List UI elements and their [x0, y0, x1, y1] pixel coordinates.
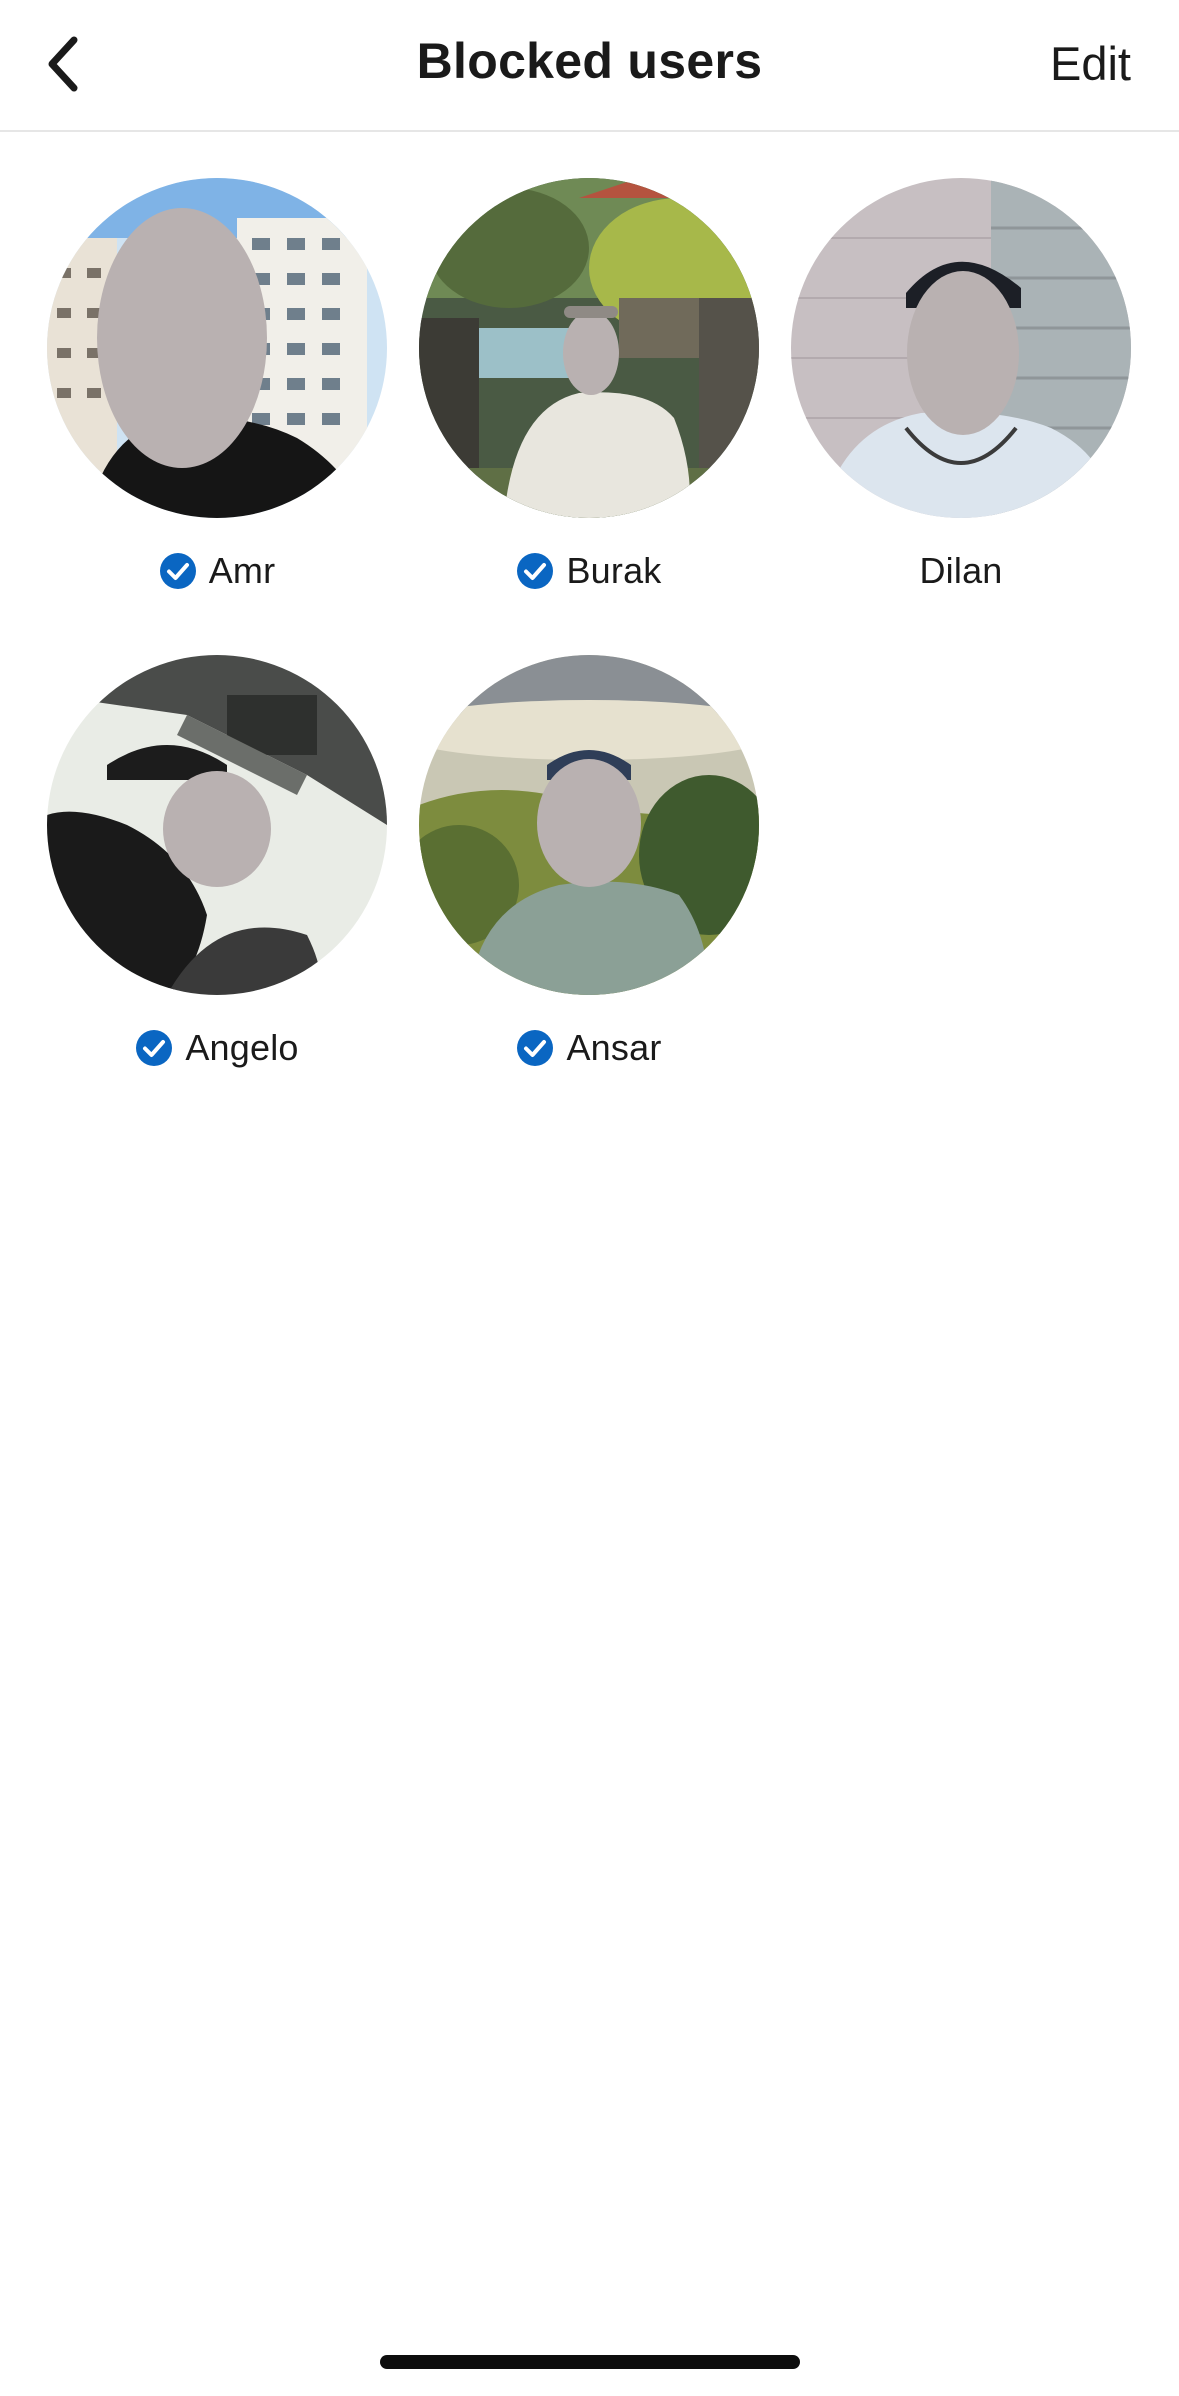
- user-name: Ansar: [566, 1027, 661, 1069]
- home-indicator[interactable]: [380, 2355, 800, 2369]
- user-name-row: Ansar: [379, 1027, 799, 1069]
- avatar: [47, 655, 387, 995]
- blocked-user-tile[interactable]: Amr: [47, 178, 387, 618]
- user-name: Burak: [566, 550, 661, 592]
- nav-bar: Blocked users Edit: [0, 0, 1179, 132]
- avatar: [419, 655, 759, 995]
- edit-button[interactable]: Edit: [1050, 36, 1131, 91]
- blocked-user-tile[interactable]: Angelo: [47, 655, 387, 1095]
- page-title: Blocked users: [0, 32, 1179, 90]
- user-name-row: Burak: [379, 550, 799, 592]
- verified-badge-icon: [516, 1029, 554, 1067]
- avatar: [791, 178, 1131, 518]
- verified-badge-icon: [135, 1029, 173, 1067]
- user-name: Amr: [209, 550, 276, 592]
- user-name-row: Dilan: [751, 550, 1171, 592]
- user-name: Dilan: [919, 550, 1002, 592]
- avatar: [419, 178, 759, 518]
- blocked-user-tile[interactable]: Burak: [419, 178, 759, 618]
- blocked-user-tile[interactable]: Ansar: [419, 655, 759, 1095]
- verified-badge-icon: [159, 552, 197, 590]
- user-name-row: Angelo: [7, 1027, 427, 1069]
- avatar: [47, 178, 387, 518]
- blocked-user-tile[interactable]: Dilan: [791, 178, 1131, 618]
- verified-badge-icon: [516, 552, 554, 590]
- user-name: Angelo: [185, 1027, 298, 1069]
- user-name-row: Amr: [7, 550, 427, 592]
